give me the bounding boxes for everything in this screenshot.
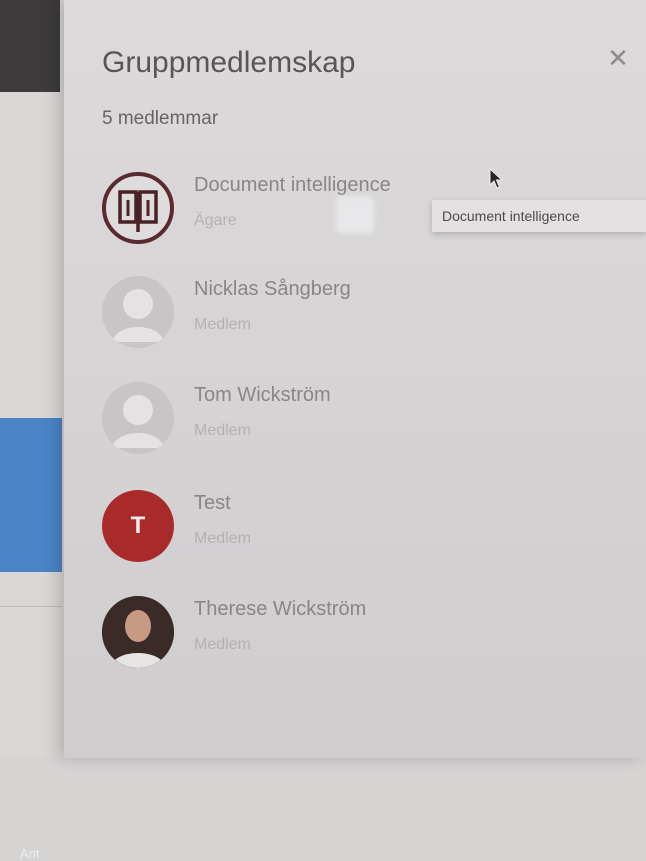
panel-title: Gruppmedlemskap xyxy=(102,46,356,79)
avatar-initial: T xyxy=(102,490,174,562)
close-icon[interactable]: ✕ xyxy=(604,44,632,72)
background-divider xyxy=(0,606,62,607)
member-role: Medlem xyxy=(194,316,251,333)
member-name: Test xyxy=(194,492,231,514)
member-item[interactable]: Therese Wickström Medlem xyxy=(102,596,502,676)
member-role: Ägare xyxy=(194,212,237,229)
member-item[interactable]: Tom Wickström Medlem xyxy=(102,382,502,462)
background-header-bar xyxy=(0,0,60,92)
person-icon xyxy=(102,382,174,454)
background-button-label: Ant xyxy=(20,846,40,861)
group-membership-panel: Gruppmedlemskap ✕ 5 medlemmar Document i… xyxy=(64,0,646,758)
member-name: Tom Wickström xyxy=(194,384,331,406)
book-icon xyxy=(102,172,174,244)
member-item[interactable]: Nicklas Sångberg Medlem xyxy=(102,276,502,356)
person-icon xyxy=(102,276,174,348)
highlight-spot xyxy=(336,196,374,234)
member-name: Therese Wickström xyxy=(194,598,367,620)
member-role: Medlem xyxy=(194,530,251,547)
tooltip: Document intelligence xyxy=(432,200,646,232)
member-name: Document intelligence xyxy=(194,174,391,196)
background-page xyxy=(0,0,66,758)
avatar-photo xyxy=(102,596,174,668)
member-role: Medlem xyxy=(194,636,251,653)
mouse-cursor-icon xyxy=(489,167,505,195)
member-role: Medlem xyxy=(194,422,251,439)
member-count: 5 medlemmar xyxy=(102,108,219,129)
member-name: Nicklas Sångberg xyxy=(194,278,351,300)
background-blue-button[interactable]: Ant xyxy=(0,418,62,861)
member-item[interactable]: T Test Medlem xyxy=(102,490,502,570)
